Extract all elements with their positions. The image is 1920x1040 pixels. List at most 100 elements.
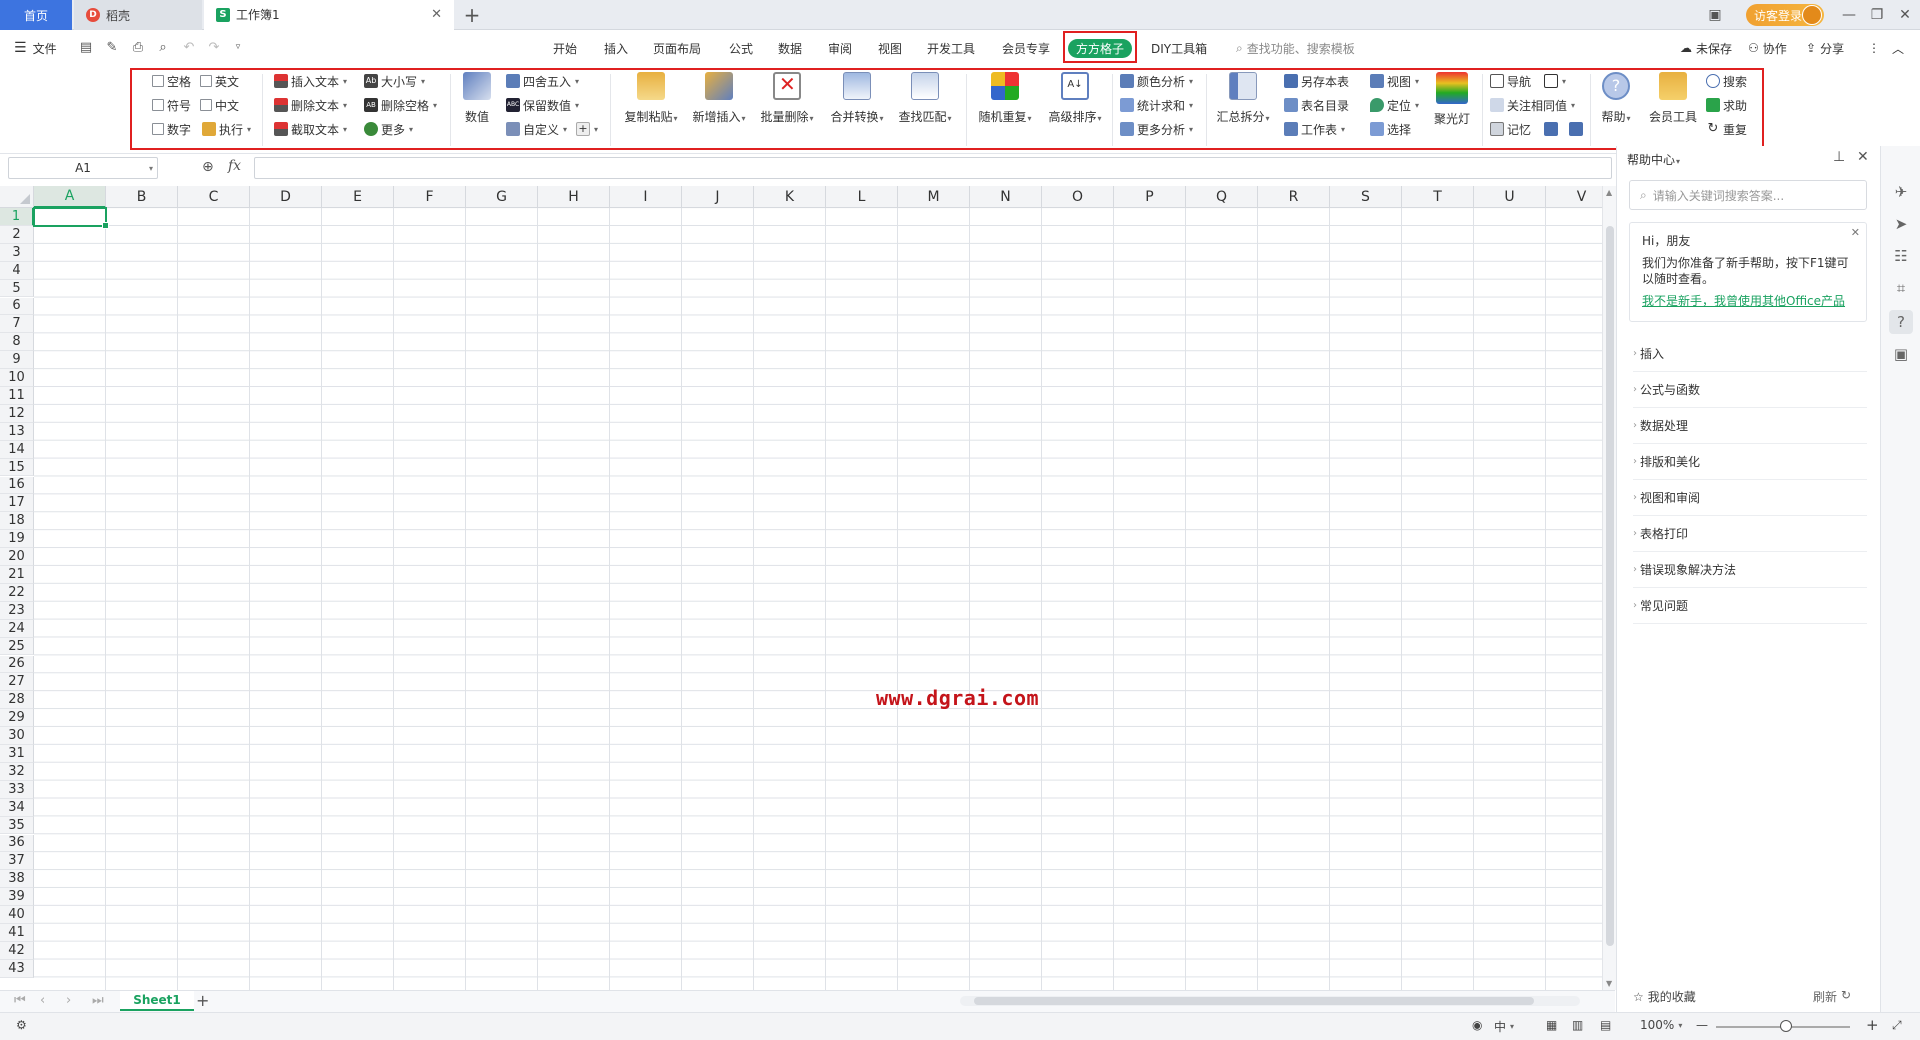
zoom-out-icon[interactable]: — [1696,1018,1708,1032]
delete-space-button[interactable]: AB 删除空格 ▾ [364,95,437,115]
unsaved-button[interactable]: ☁ 未保存 [1680,30,1732,66]
spotlight-button[interactable]: 聚光灯 [1424,70,1480,127]
restore-icon[interactable]: ❐ [1864,0,1890,30]
row-header[interactable]: 22 [0,583,34,602]
help-search-input[interactable]: ⌕ 请输入关键词搜索答案... [1629,180,1867,210]
checkbox[interactable] [200,99,212,111]
undo-icon[interactable]: ↶ [181,39,197,55]
favorites-button[interactable]: ☆ 我的收藏 [1633,988,1696,1005]
row-header[interactable]: 18 [0,512,34,531]
batch-delete-button[interactable]: ✕ 批量删除▾ [756,70,818,125]
spreadsheet-grid[interactable]: ABCDEFGHIJKLMNOPQRSTUV 1 2 3 4 5 6 7 8 9 10 11 12 13… [0,186,1602,990]
column-header[interactable]: D [250,186,322,208]
page-layout-view-icon[interactable]: ▥ [1572,1018,1583,1032]
row-header[interactable]: 3 [0,243,34,262]
redo-icon[interactable]: ↷ [206,39,222,55]
tab-page-layout[interactable]: 页面布局 [653,40,701,57]
collapse-ribbon-icon[interactable]: ︿ [1892,30,1904,66]
row-header[interactable]: 4 [0,261,34,280]
column-header[interactable]: A [34,186,106,208]
name-box[interactable]: A1 ▾ [8,157,158,179]
row-header[interactable]: 34 [0,798,34,817]
check-symbol[interactable]: 符号 [152,95,191,115]
share-button[interactable]: ⇪ 分享 [1806,30,1844,66]
new-tab-button[interactable]: + [460,0,484,30]
close-window-icon[interactable]: ✕ [1892,0,1918,30]
row-header[interactable]: 17 [0,494,34,513]
row-header[interactable]: 24 [0,619,34,638]
page-break-view-icon[interactable]: ▤ [1600,1018,1611,1032]
row-header[interactable]: 32 [0,762,34,781]
row-header[interactable]: 2 [0,225,34,244]
horizontal-scroll-thumb[interactable] [974,997,1534,1005]
active-cell[interactable] [33,207,109,229]
find-match-button[interactable]: 查找匹配▾ [894,70,956,125]
collab-button[interactable]: ⚇ 协作 [1748,30,1787,66]
zoom-formula-icon[interactable]: ⊕ [202,159,214,175]
watch-same-button[interactable]: 关注相同值 ▾ [1490,95,1575,115]
color-analysis-button[interactable]: 颜色分析 ▾ [1120,71,1193,91]
stat-sum-button[interactable]: 统计求和 ▾ [1120,95,1193,115]
column-header[interactable]: G [466,186,538,208]
row-header[interactable]: 43 [0,959,34,978]
tab-member[interactable]: 会员专享 [1002,40,1050,57]
forward-icon[interactable] [1569,122,1584,136]
row-header[interactable]: 39 [0,888,34,907]
help-section-item[interactable]: 排版和美化 [1633,444,1867,480]
column-header[interactable]: H [538,186,610,208]
plus-icon[interactable]: + [576,122,591,136]
keep-value-button[interactable]: ABC 保留数值 ▾ [506,95,579,115]
copy-paste-button[interactable]: 复制粘贴▾ [620,70,682,125]
close-tab-icon[interactable]: ✕ [431,7,442,22]
check-number[interactable]: 数字 [152,119,191,139]
save-sheet-button[interactable]: 另存本表 [1284,71,1349,91]
row-header[interactable]: 38 [0,870,34,889]
round-button[interactable]: 四舍五入 ▾ [506,71,579,91]
row-header[interactable]: 30 [0,727,34,745]
quick-access-dropdown-icon[interactable]: ▿ [230,39,246,55]
window-layout-icon[interactable]: ▣ [1700,0,1730,30]
row-header[interactable]: 14 [0,440,34,459]
minimize-icon[interactable]: — [1836,0,1862,30]
column-header[interactable]: U [1474,186,1546,208]
navigation-button[interactable]: 导航 ▾ [1490,71,1566,91]
row-header[interactable]: 5 [0,279,34,298]
column-header[interactable]: K [754,186,826,208]
pin-icon[interactable]: ⊥ [1833,149,1845,165]
merge-convert-button[interactable]: 合并转换▾ [826,70,888,125]
row-header[interactable]: 19 [0,530,34,549]
help-section-item[interactable]: 错误现象解决方法 [1633,552,1867,588]
not-newbie-link[interactable]: 我不是新手，我曾使用其他Office产品 [1642,293,1854,309]
back-icon[interactable] [1544,122,1559,136]
view-button[interactable]: 视图 ▾ [1370,71,1419,91]
tab-formula[interactable]: 公式 [729,40,753,57]
close-panel-icon[interactable]: ✕ [1857,149,1869,165]
advanced-sort-button[interactable]: A↓ 高级排序▾ [1044,70,1106,125]
checkbox[interactable] [152,123,164,135]
row-header[interactable]: 21 [0,566,34,584]
eye-protect-icon[interactable]: ◉ [1472,1018,1482,1032]
row-header[interactable]: 23 [0,601,34,620]
last-sheet-icon[interactable]: ⏭ [92,993,104,1008]
tab-data[interactable]: 数据 [778,40,802,57]
help-section-item[interactable]: 表格打印 [1633,516,1867,552]
rocket-icon[interactable]: ✈ [1891,182,1911,202]
row-header[interactable]: 6 [0,297,34,316]
column-header[interactable]: J [682,186,754,208]
row-header[interactable]: 26 [0,655,34,674]
search-button[interactable]: 搜索 [1706,71,1747,91]
tab-review[interactable]: 审阅 [828,40,852,57]
crop-icon[interactable]: ⌗ [1891,278,1911,298]
help-circle-icon[interactable]: ? [1889,310,1913,334]
column-header[interactable]: Q [1186,186,1258,208]
help-section-item[interactable]: 公式与函数 [1633,372,1867,408]
tab-diy[interactable]: DIY工具箱 [1151,40,1207,57]
memory-button[interactable]: 记忆 [1490,119,1584,139]
tab-docer[interactable]: D 稻壳 [74,0,202,30]
row-header[interactable]: 42 [0,941,34,960]
more-analysis-button[interactable]: 更多分析 ▾ [1120,119,1193,139]
normal-view-icon[interactable]: ▦ [1546,1018,1557,1032]
help-center-title[interactable]: 帮助中心▾ [1627,151,1680,168]
row-header[interactable]: 15 [0,458,34,477]
row-header[interactable]: 37 [0,852,34,871]
